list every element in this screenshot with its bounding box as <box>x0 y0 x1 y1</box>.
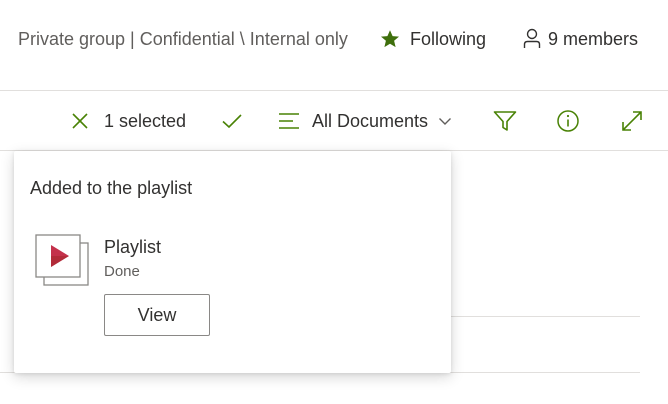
page: Private group | Confidential \ Internal … <box>0 0 668 404</box>
info-button[interactable] <box>556 91 580 151</box>
clear-selection-button[interactable]: 1 selected <box>70 91 186 151</box>
view-button[interactable]: View <box>104 294 210 336</box>
expand-button[interactable] <box>620 91 644 151</box>
command-bar: 1 selected All Documents <box>0 91 668 151</box>
filter-icon <box>493 110 517 132</box>
playlist-status: Done <box>104 263 140 280</box>
selected-count-label: 1 selected <box>104 110 187 131</box>
members-label: 9 members <box>548 28 639 49</box>
person-icon <box>522 28 542 50</box>
members-button[interactable]: 9 members <box>522 26 638 52</box>
following-label: Following <box>410 28 487 49</box>
checkmark-icon <box>221 111 243 131</box>
playlist-notification-popup: Added to the playlist Playlist Done View <box>14 151 451 373</box>
group-header: Private group | Confidential \ Internal … <box>0 0 668 90</box>
popup-title: Added to the playlist <box>30 178 193 198</box>
view-switcher-label: All Documents <box>312 110 429 131</box>
playlist-icon <box>34 233 90 289</box>
list-row-separator <box>440 316 640 317</box>
list-lines-icon <box>278 111 300 131</box>
star-icon <box>380 29 400 49</box>
filter-button[interactable] <box>493 91 517 151</box>
playlist-name: Playlist <box>104 237 162 257</box>
group-info-text: Private group | Confidential \ Internal … <box>18 29 348 49</box>
confirm-button[interactable] <box>221 91 243 151</box>
close-icon <box>70 111 90 131</box>
chevron-down-icon <box>438 116 452 126</box>
view-switcher-button[interactable]: All Documents <box>278 91 452 151</box>
info-icon <box>556 109 580 133</box>
following-button[interactable]: Following <box>380 26 486 52</box>
expand-icon <box>620 109 644 133</box>
